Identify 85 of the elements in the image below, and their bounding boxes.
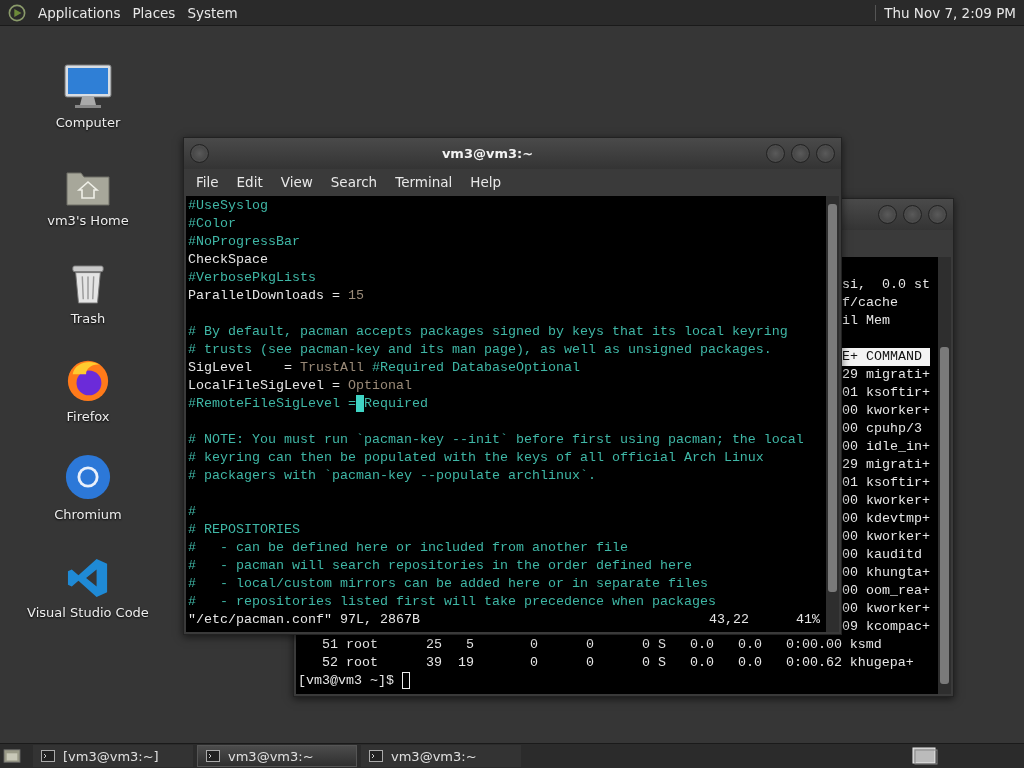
ring-icon[interactable] bbox=[64, 453, 112, 501]
code-line: # By default, pacman accepts packages signed by keys that its local keyring bbox=[188, 323, 789, 341]
workspace-switcher-icon[interactable] bbox=[912, 747, 938, 765]
close-button[interactable] bbox=[816, 144, 835, 163]
terminal-icon bbox=[41, 750, 55, 762]
process-row-text: 52 root 39 19 0 0 0 S 0.0 0.0 0:00.62 khugepa+ bbox=[321, 654, 914, 672]
code-line: # REPOSITORIES bbox=[188, 521, 301, 539]
file-info: "/etc/pacman.conf" 97L, 2867B bbox=[188, 611, 421, 629]
terminal-text: 01 ksoftir+ bbox=[842, 384, 930, 402]
ribbon-icon[interactable] bbox=[67, 557, 109, 599]
play-circle-icon[interactable] bbox=[8, 3, 26, 22]
code-line: SigLevel = TrustAll #Required DatabaseOptional bbox=[188, 359, 581, 377]
menu-item[interactable]: File bbox=[188, 172, 227, 192]
code-line: # keyring can then be populated with the keys of all official Arch Linux bbox=[188, 449, 765, 467]
code-line: # - can be defined here or included from another file bbox=[188, 539, 629, 557]
terminal-icon bbox=[369, 750, 383, 762]
shell-prompt: [vm3@vm3 ~]$ bbox=[298, 672, 394, 690]
terminal-text: 00 kworker+ bbox=[842, 492, 930, 510]
terminal-text: 00 kworker+ bbox=[842, 402, 930, 420]
code-line: # - local/custom mirrors can be added here or in separate files bbox=[188, 575, 709, 593]
minimize-button[interactable] bbox=[766, 144, 785, 163]
terminal-text: 00 idle_in+ bbox=[842, 438, 930, 456]
maximize-button[interactable] bbox=[791, 144, 810, 163]
terminal-icon bbox=[206, 750, 220, 762]
terminal-text: 29 migrati+ bbox=[842, 366, 930, 384]
terminal-text: il Mem bbox=[842, 312, 890, 330]
process-row-text: 51 root 25 5 0 0 0 S 0.0 0.0 0:00.00 ksmd bbox=[321, 636, 882, 654]
text-cursor bbox=[402, 672, 410, 689]
code-line: # packagers with `pacman-key --populate archlinux`. bbox=[188, 467, 597, 485]
clock[interactable]: Thu Nov 7, 2:09 PM bbox=[875, 4, 1016, 21]
terminal-text: 00 kworker+ bbox=[842, 600, 930, 618]
menu-item[interactable]: View bbox=[272, 172, 321, 192]
trash-icon[interactable] bbox=[69, 263, 107, 305]
code-line: # NOTE: You must run `pacman-key --init` before first using pacman; the local bbox=[188, 431, 805, 449]
window-title: vm3@vm3:~ bbox=[441, 146, 534, 161]
desktop-icon-label[interactable]: vm3's Home bbox=[47, 213, 129, 228]
terminal-text: si, 0.0 st bbox=[842, 276, 930, 294]
terminal-text: 00 kworker+ bbox=[842, 528, 930, 546]
code-line: #Color bbox=[188, 215, 237, 233]
panel-menu[interactable]: Places bbox=[132, 4, 176, 21]
scrollbar[interactable] bbox=[938, 257, 951, 694]
code-line: #NoProgressBar bbox=[188, 233, 301, 251]
monitor-icon[interactable] bbox=[63, 63, 113, 109]
terminal-text: f/cache bbox=[842, 294, 898, 312]
show-desktop-icon[interactable] bbox=[3, 748, 21, 764]
taskbar-button[interactable]: vm3@vm3:~ bbox=[197, 745, 357, 767]
terminal-text: 00 oom_rea+ bbox=[842, 582, 930, 600]
desktop-icon-label[interactable]: Visual Studio Code bbox=[27, 605, 149, 620]
terminal-text: 00 khungta+ bbox=[842, 564, 930, 582]
desktop-icon-label[interactable]: Firefox bbox=[66, 409, 110, 424]
desktop-icon-label[interactable]: Chromium bbox=[54, 507, 122, 522]
desktop-icon-label[interactable]: Computer bbox=[55, 115, 121, 130]
column-header: E+ COMMAND bbox=[842, 348, 930, 366]
terminal-text: 00 kauditd bbox=[842, 546, 922, 564]
code-line: LocalFileSigLevel = Optional bbox=[188, 377, 413, 395]
terminal-text: 29 migrati+ bbox=[842, 456, 930, 474]
scrollbar[interactable] bbox=[826, 196, 839, 632]
code-line: #RemoteFileSigLevel = Required bbox=[188, 395, 429, 413]
close-button[interactable] bbox=[928, 205, 947, 224]
code-line: ParallelDownloads = 15 bbox=[188, 287, 365, 305]
terminal-text: 00 kdevtmp+ bbox=[842, 510, 930, 528]
code-line: # - pacman will search repositories in the order defined here bbox=[188, 557, 693, 575]
minimize-button[interactable] bbox=[878, 205, 897, 224]
scroll-percent: 41% bbox=[796, 611, 821, 629]
panel-menu[interactable]: Applications bbox=[38, 4, 121, 21]
code-line: #VerbosePkgLists bbox=[188, 269, 317, 287]
terminal-text: 00 cpuhp/3 bbox=[842, 420, 922, 438]
panel-menu[interactable]: System bbox=[187, 4, 238, 21]
desktop-icon-label[interactable]: Trash bbox=[70, 311, 106, 326]
terminal-text: 09 kcompac+ bbox=[842, 618, 930, 636]
menu-item[interactable]: Search bbox=[322, 172, 386, 192]
window-menu-button[interactable] bbox=[190, 144, 209, 163]
terminal-text: 01 ksoftir+ bbox=[842, 474, 930, 492]
code-line: # trusts (see pacman-key and its man page), as well as unsigned packages. bbox=[188, 341, 773, 359]
menu-item[interactable]: Edit bbox=[228, 172, 271, 192]
cursor-position: 43,22 bbox=[709, 611, 750, 629]
taskbar-button[interactable]: vm3@vm3:~ bbox=[361, 745, 521, 767]
code-line: # - repositories listed first will take precedence when packages bbox=[188, 593, 717, 611]
maximize-button[interactable] bbox=[903, 205, 922, 224]
code-line: CheckSpace bbox=[188, 251, 269, 269]
menu-item[interactable]: Help bbox=[462, 172, 510, 192]
taskbar-button[interactable]: [vm3@vm3:~] bbox=[33, 745, 193, 767]
code-line: #UseSyslog bbox=[188, 197, 269, 215]
code-line: # bbox=[188, 503, 197, 521]
menu-item[interactable]: Terminal bbox=[387, 172, 461, 192]
